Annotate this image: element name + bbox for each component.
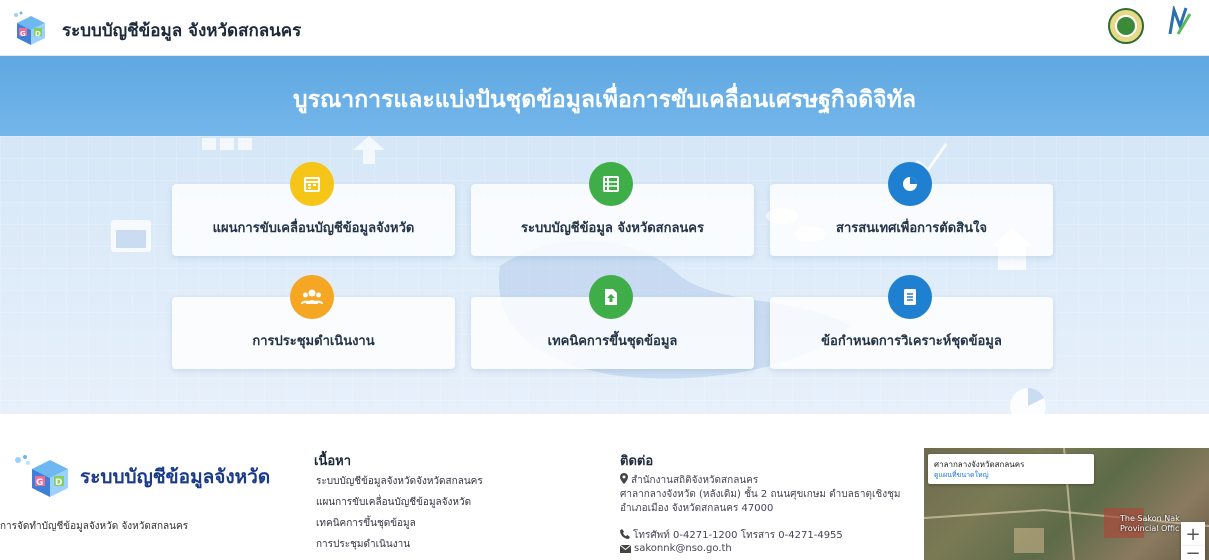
card-label: การประชุมดำเนินงาน [252,334,375,349]
card-provincial-data-plan[interactable]: แผนการขับเคลื่อนบัญชีข้อมูลจังหวัด [172,162,455,256]
bars-decor-icon [202,138,252,150]
footer-subtitle: การจัดทำบัญชีข้อมูลจังหวัด จังหวัดสกลนคร [0,521,189,532]
hero-section: บูรณาการและแบ่งปันชุดข้อมูลเพื่อการขับเค… [0,56,1209,414]
svg-text:D: D [35,30,41,38]
footer-logo-text: ระบบบัญชีข้อมูลจังหวัด [80,466,271,488]
footer-link[interactable]: แผนการขับเคลื่อนบัญชีข้อมูลจังหวัด [316,495,471,510]
hero-title: บูรณาการและแบ่งปันชุดข้อมูลเพื่อการขับเค… [293,87,916,113]
gd-cube-logo-icon: G D [15,455,68,497]
pie-decor-icon [1010,388,1046,414]
google-map[interactable]: ศาลากลางจังหวัดสกลนคร ดูแผนที่ขนาดใหญ่ T… [924,448,1209,560]
svg-text:G: G [36,478,43,488]
map-place-label: Provincial Offic [1120,524,1180,533]
map-place-label: The Sakon Nak [1120,514,1180,523]
card-label: แผนการขับเคลื่อนบัญชีข้อมูลจังหวัด [212,221,415,236]
phone-fax: โทรศัพท์ 0-4271-1200 โทรสาร 0-4271-4955 [633,530,843,541]
calendar-decor-icon [111,220,151,252]
card-decision-information[interactable]: สารสนเทศเพื่อการตัดสินใจ [770,162,1053,256]
nso-logo-icon [1160,4,1200,48]
phone-icon [620,529,630,539]
office-name: สำนักงานสถิติจังหวัดสกลนคร [631,475,759,486]
svg-text:D: D [55,478,62,488]
site-title[interactable]: ระบบบัญชีข้อมูล จังหวัดสกลนคร [62,17,301,44]
address-line-2: อำเภอเมือง จังหวัดสกลนคร 47000 [620,503,774,514]
address-line-1: ศาลากลางจังหวัด (หลังเดิม) ชั้น 2 ถนนศุข… [620,489,901,500]
card-label: สารสนเทศเพื่อการตัดสินใจ [836,221,987,236]
footer-link[interactable]: เทคนิคการขึ้นชุดข้อมูล [316,516,416,531]
card-label: ข้อกำหนดการวิเคราะห์ชุดข้อมูล [821,334,1002,349]
users-icon [290,275,334,319]
card-dataset-analysis-requirements[interactable]: ข้อกำหนดการวิเคราะห์ชุดข้อมูล [770,275,1053,369]
footer-link[interactable]: การประชุมดำเนินงาน [316,537,410,552]
card-label: เทคนิคการขึ้นชุดข้อมูล [547,334,678,349]
zoom-out-button[interactable]: − [1181,543,1205,560]
map-info-popup: ศาลากลางจังหวัดสกลนคร ดูแผนที่ขนาดใหญ่ [928,454,1094,484]
svg-text:G: G [20,30,26,38]
content-heading: เนื้อหา [314,454,352,469]
view-larger-map-link[interactable]: ดูแผนที่ขนาดใหญ่ [934,470,989,481]
card-data-catalog-system[interactable]: ระบบบัญชีข้อมูล จังหวัดสกลนคร [471,162,754,256]
contact-heading: ติดต่อ [620,454,654,469]
table-list-icon [589,162,633,206]
top-header: G D ระบบบัญชีข้อมูล จังหวัดสกลนคร [0,0,1209,56]
footer: G D ระบบบัญชีข้อมูลจังหวัด การจัดทำบัญชี… [0,414,1209,560]
pie-chart-icon [888,162,932,206]
location-pin-icon [620,473,628,484]
footer-link[interactable]: ระบบบัญชีข้อมูลจังหวัดจังหวัดสกลนคร [316,474,483,489]
file-upload-icon [589,275,633,319]
email-link[interactable]: sakonnk@nso.go.th [634,543,732,554]
calendar-icon [290,162,334,206]
upload-decor-icon [353,136,385,164]
provincial-seal-icon [1108,8,1144,44]
card-meetings[interactable]: การประชุมดำเนินงาน [172,275,455,369]
envelope-icon [620,545,631,553]
document-icon [888,275,932,319]
card-dataset-upload-techniques[interactable]: เทคนิคการขึ้นชุดข้อมูล [471,275,754,369]
card-label: ระบบบัญชีข้อมูล จังหวัดสกลนคร [521,221,704,236]
gd-cube-logo-icon[interactable]: G D [12,10,50,48]
